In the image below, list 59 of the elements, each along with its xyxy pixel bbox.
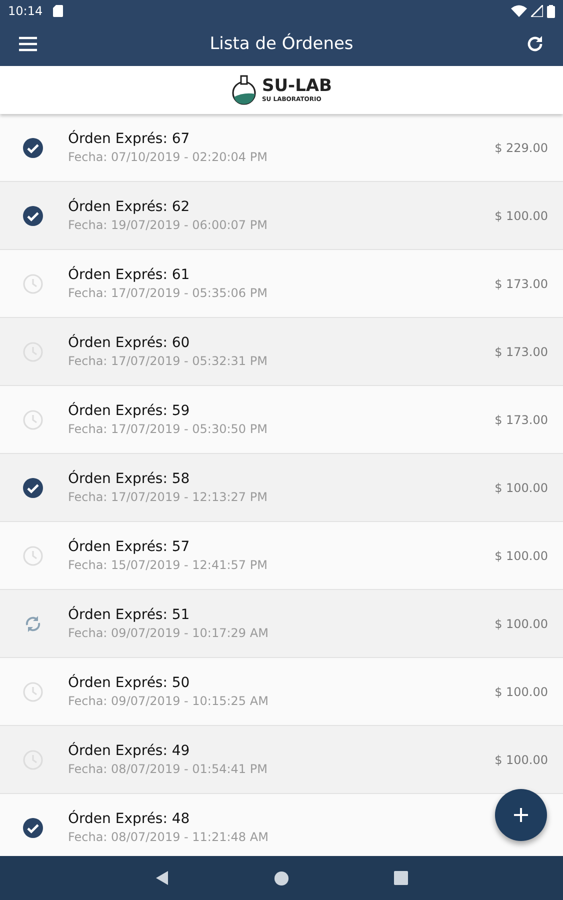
order-title: Órden Exprés: 61: [68, 267, 190, 283]
menu-icon[interactable]: [18, 36, 38, 52]
clock-icon: [23, 682, 43, 702]
order-item[interactable]: Órden Exprés: 58 Fecha: 17/07/2019 - 12:13:27 PM $ 100.00: [0, 454, 563, 522]
order-price: $ 173.00: [494, 344, 548, 358]
order-price: $ 100.00: [494, 684, 548, 698]
order-title: Órden Exprés: 59: [68, 403, 190, 419]
order-item[interactable]: Órden Exprés: 49 Fecha: 08/07/2019 - 01:54:41 PM $ 100.00: [0, 726, 563, 794]
sync-icon: [23, 614, 43, 634]
order-date: Fecha: 17/07/2019 - 12:13:27 PM: [68, 490, 268, 504]
check-circle-icon: [23, 478, 43, 498]
order-title: Órden Exprés: 51: [68, 607, 190, 623]
order-title: Órden Exprés: 62: [68, 199, 190, 215]
check-circle-icon: [23, 206, 43, 226]
order-date: Fecha: 09/07/2019 - 10:15:25 AM: [68, 694, 268, 708]
order-price: $ 229.00: [494, 140, 548, 154]
order-title: Órden Exprés: 57: [68, 539, 190, 555]
clock-time: 10:14: [8, 4, 43, 18]
flask-icon: [230, 73, 259, 107]
order-price: $ 100.00: [494, 616, 548, 630]
order-price: $ 100.00: [494, 480, 548, 494]
back-icon[interactable]: [155, 870, 169, 886]
order-item[interactable]: Órden Exprés: 60 Fecha: 17/07/2019 - 05:32:31 PM $ 173.00: [0, 318, 563, 386]
signal-icon: [531, 5, 543, 17]
order-date: Fecha: 07/10/2019 - 02:20:04 PM: [68, 150, 268, 164]
home-icon[interactable]: [274, 870, 289, 886]
screen-title: Lista de Órdenes: [208, 34, 354, 54]
order-price: $ 173.00: [494, 276, 548, 290]
battery-icon: [547, 4, 555, 18]
order-title: Órden Exprés: 67: [68, 131, 190, 147]
order-date: Fecha: 17/07/2019 - 05:35:06 PM: [68, 286, 268, 300]
order-date: Fecha: 08/07/2019 - 01:54:41 PM: [68, 762, 268, 776]
order-date: Fecha: 19/07/2019 - 06:00:07 PM: [68, 218, 268, 232]
clock-icon: [23, 410, 43, 430]
plus-icon: [513, 807, 529, 823]
order-date: Fecha: 09/07/2019 - 10:17:29 AM: [68, 626, 268, 640]
order-title: Órden Exprés: 60: [68, 335, 190, 351]
order-date: Fecha: 17/07/2019 - 05:32:31 PM: [68, 354, 268, 368]
order-price: $ 100.00: [494, 752, 548, 766]
order-date: Fecha: 17/07/2019 - 05:30:50 PM: [68, 422, 268, 436]
order-date: Fecha: 08/07/2019 - 11:21:48 AM: [68, 830, 268, 844]
order-title: Órden Exprés: 49: [68, 743, 190, 759]
order-item[interactable]: Órden Exprés: 62 Fecha: 19/07/2019 - 06:00:07 PM $ 100.00: [0, 182, 563, 250]
order-title: Órden Exprés: 48: [68, 811, 190, 827]
clock-icon: [23, 546, 43, 566]
order-title: Órden Exprés: 58: [68, 471, 190, 487]
order-price: $ 100.00: [494, 548, 548, 562]
order-item[interactable]: Órden Exprés: 51 Fecha: 09/07/2019 - 10:17:29 AM $ 100.00: [0, 590, 563, 658]
order-price: $ 100.00: [494, 208, 548, 222]
refresh-icon[interactable]: [525, 34, 545, 54]
check-circle-icon: [23, 138, 43, 158]
check-circle-icon: [23, 818, 43, 838]
order-date: Fecha: 15/07/2019 - 12:41:57 PM: [68, 558, 268, 572]
logo-name: SU-LAB: [262, 78, 332, 94]
order-price: $ 173.00: [494, 412, 548, 426]
clock-icon: [23, 274, 43, 294]
sd-card-icon: [52, 5, 63, 17]
order-title: Órden Exprés: 50: [68, 675, 190, 691]
wifi-icon: [511, 5, 527, 17]
